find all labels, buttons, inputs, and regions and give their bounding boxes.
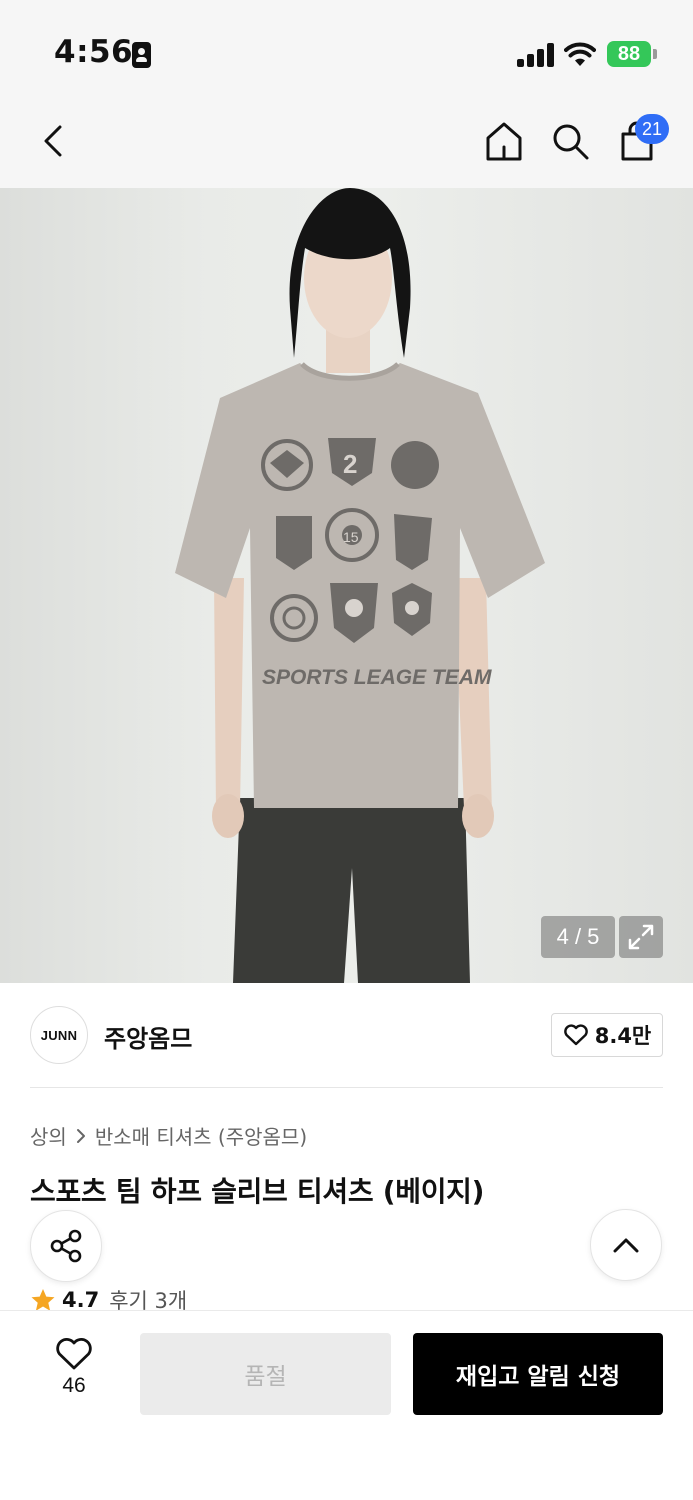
chevron-up-icon <box>613 1238 639 1253</box>
wishlist-button[interactable]: 46 <box>40 1336 108 1410</box>
battery-icon: 88 <box>607 41 657 67</box>
wifi-icon <box>564 42 596 66</box>
id-badge-icon <box>132 42 151 68</box>
image-counter: 4 / 5 <box>541 916 615 958</box>
brand-like-button[interactable]: 8.4만 <box>551 1013 663 1057</box>
cellular-signal-icon <box>517 43 555 67</box>
divider <box>30 1087 663 1088</box>
home-icon <box>486 122 522 161</box>
svg-text:15: 15 <box>343 529 359 545</box>
chevron-right-icon <box>76 1128 85 1143</box>
breadcrumb-subcategory[interactable]: 반소매 티셔츠 (주앙옴므) <box>95 1121 307 1150</box>
chevron-left-icon <box>44 125 62 157</box>
heart-outline-icon <box>56 1338 92 1370</box>
status-bar: 4:56 88 <box>0 0 693 96</box>
battery-level: 88 <box>607 41 651 67</box>
rating-score: 4.7 <box>62 1288 100 1312</box>
heart-outline-icon <box>563 1024 588 1046</box>
status-time: 4:56 <box>54 34 134 70</box>
breadcrumb: 상의 반소매 티셔츠 (주앙옴므) <box>30 1121 307 1150</box>
share-icon <box>50 1229 82 1263</box>
shirt-print-text: SPORTS LEAGE TEAM <box>262 666 492 689</box>
star-icon <box>31 1288 55 1311</box>
home-button[interactable] <box>482 118 526 164</box>
soldout-button[interactable]: 품절 <box>140 1333 391 1415</box>
brand-logo[interactable]: JUNN <box>30 1006 88 1064</box>
product-title: 스포츠 팀 하프 슬리브 티셔츠 (베이지) <box>30 1175 485 1208</box>
product-photo: 2 15 SPORTS LEAGE TEAM <box>175 188 545 983</box>
brand-like-count: 8.4만 <box>594 1024 652 1048</box>
cart-count-badge: 21 <box>635 114 669 144</box>
back-button[interactable] <box>30 116 76 166</box>
scroll-to-top-button[interactable] <box>590 1209 662 1281</box>
search-button[interactable] <box>548 118 592 164</box>
svg-text:2: 2 <box>343 449 357 479</box>
wishlist-count: 46 <box>62 1374 86 1397</box>
brand-name[interactable]: 주앙옴므 <box>104 1019 192 1054</box>
expand-image-button[interactable] <box>619 916 663 958</box>
restock-alert-button[interactable]: 재입고 알림 신청 <box>413 1333 663 1415</box>
product-image-carousel[interactable]: 2 15 SPORTS LEAGE TEAM <box>0 188 693 983</box>
breadcrumb-category[interactable]: 상의 <box>30 1121 67 1150</box>
share-button[interactable] <box>30 1210 102 1282</box>
search-icon <box>553 124 589 160</box>
expand-icon <box>628 924 654 950</box>
